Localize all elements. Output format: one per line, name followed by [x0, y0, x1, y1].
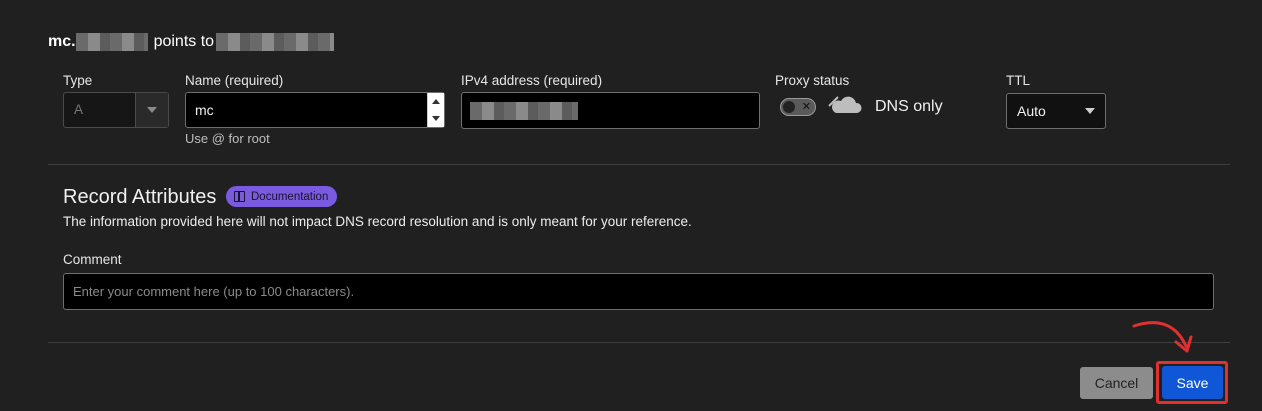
points-to-text: points to — [153, 33, 215, 50]
type-label: Type — [63, 73, 93, 88]
section-divider — [48, 164, 1230, 165]
arrow-annotation-icon — [1132, 321, 1193, 353]
cancel-button[interactable]: Cancel — [1080, 367, 1153, 399]
name-stepper[interactable] — [427, 93, 444, 127]
record-summary: mc. points to — [48, 33, 335, 51]
ttl-select[interactable]: Auto — [1006, 93, 1106, 129]
name-hint: Use @ for root — [185, 131, 270, 146]
record-name-prefix: mc. — [48, 33, 76, 50]
redacted-ip — [470, 101, 578, 120]
name-field-wrapper — [185, 92, 445, 128]
documentation-label: Documentation — [251, 190, 329, 203]
redacted-target — [216, 33, 335, 51]
type-select[interactable]: A — [63, 92, 169, 128]
chevron-down-icon — [1085, 108, 1095, 114]
ttl-value: Auto — [1017, 103, 1046, 119]
proxy-toggle[interactable]: ✕ — [780, 98, 816, 116]
documentation-link[interactable]: Documentation — [226, 186, 338, 207]
footer-divider — [48, 342, 1230, 343]
ipv4-label: IPv4 address (required) — [461, 73, 603, 88]
comment-label: Comment — [63, 252, 122, 267]
name-input[interactable] — [186, 93, 427, 127]
ipv4-input[interactable] — [461, 92, 760, 129]
ttl-label: TTL — [1006, 73, 1031, 88]
save-button[interactable]: Save — [1162, 366, 1223, 399]
toggle-off-icon: ✕ — [801, 101, 811, 113]
toggle-knob — [783, 101, 795, 113]
name-label: Name (required) — [185, 73, 284, 88]
stepper-up-icon[interactable] — [428, 93, 444, 110]
chevron-down-icon — [135, 93, 168, 127]
record-attributes-heading: Record Attributes — [63, 186, 217, 208]
book-icon — [234, 191, 245, 202]
type-value: A — [74, 102, 84, 117]
cloud-icon — [828, 96, 862, 113]
attributes-description: The information provided here will not i… — [63, 214, 692, 229]
stepper-down-icon[interactable] — [428, 110, 444, 127]
proxy-state-text: DNS only — [875, 98, 943, 115]
redacted-domain — [75, 33, 148, 51]
comment-field — [63, 273, 1214, 310]
comment-input[interactable] — [64, 283, 1213, 300]
proxy-status-label: Proxy status — [775, 73, 850, 88]
